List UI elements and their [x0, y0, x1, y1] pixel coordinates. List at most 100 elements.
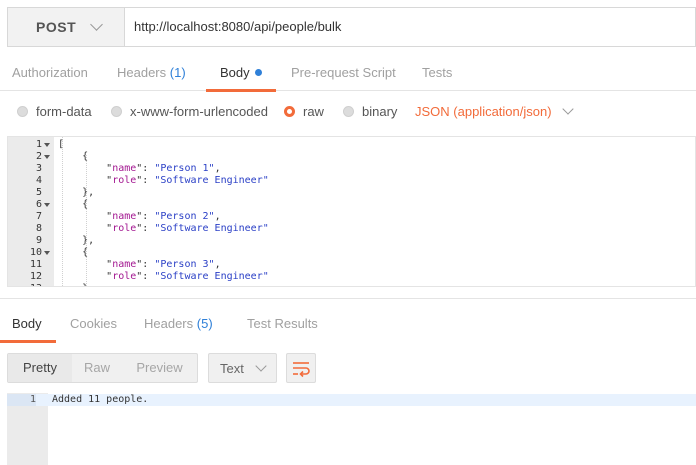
code-line: 1[	[8, 139, 695, 151]
code-text: "role": "Software Engineer"	[58, 223, 269, 234]
json-string: Software Engineer	[160, 223, 263, 234]
code-text: "name": "Person 3",	[58, 259, 221, 270]
json-string: Person 2	[160, 211, 209, 222]
line-number: 1	[35, 139, 42, 150]
json-string: Person 1	[160, 163, 209, 174]
tab-label: Test Results	[247, 316, 318, 331]
line-number: 2	[35, 151, 42, 162]
tab-label: Cookies	[70, 316, 117, 331]
method-label: POST	[36, 19, 77, 35]
code-text: "role": "Software Engineer"	[58, 175, 269, 186]
line-number: 13	[8, 283, 42, 286]
content-type-label: JSON (application/json)	[415, 103, 552, 119]
code-line: 3 "name": "Person 1",	[8, 163, 695, 175]
radio-icon	[343, 105, 354, 117]
code-line: 7 "name": "Person 2",	[8, 211, 695, 223]
tab-test-results[interactable]: Test Results	[247, 306, 318, 342]
tab-cookies[interactable]: Cookies	[70, 306, 117, 342]
view-pretty-button[interactable]: Pretty	[8, 354, 72, 382]
wrap-lines-icon	[293, 362, 310, 378]
wrap-lines-button[interactable]	[286, 353, 316, 383]
radio-form-data[interactable]: form-data	[17, 97, 92, 125]
tab-label: Headers	[144, 316, 194, 331]
code-text: }	[58, 283, 88, 286]
code-line: 9 },	[8, 235, 695, 247]
json-string: Software Engineer	[160, 175, 263, 186]
json-string: Person 3	[160, 259, 209, 270]
option-label: binary	[362, 103, 398, 119]
line-number: 11	[29, 259, 42, 270]
code-line: 13 }	[8, 283, 695, 286]
headers-count: (5)	[196, 316, 213, 331]
fold-arrow-icon[interactable]	[44, 143, 50, 147]
tab-headers[interactable]: Headers (1)	[117, 55, 186, 91]
tab-authorization[interactable]: Authorization	[12, 55, 88, 91]
option-label: raw	[303, 103, 324, 119]
headers-count: (1)	[169, 65, 186, 80]
response-tabs: Body Cookies Headers (5) Test Results	[0, 306, 696, 343]
tab-response-body[interactable]: Body	[0, 306, 56, 343]
radio-raw[interactable]: raw	[284, 97, 324, 125]
json-key: name	[112, 211, 137, 222]
code-line: 8 "role": "Software Engineer"	[8, 223, 695, 235]
code-line: 6 {	[8, 199, 695, 211]
radio-binary[interactable]: binary	[343, 97, 397, 125]
line-number: 6	[35, 199, 42, 210]
line-number: 8	[35, 223, 42, 234]
json-key: name	[112, 259, 137, 270]
response-format-dropdown[interactable]: Text	[208, 353, 277, 383]
json-string: Software Engineer	[160, 271, 263, 282]
fold-arrow-icon[interactable]	[44, 203, 50, 207]
json-key: role	[112, 271, 137, 282]
line-number: 1	[7, 394, 36, 406]
view-preview-button[interactable]: Preview	[122, 354, 197, 382]
tab-body[interactable]: Body	[206, 55, 276, 92]
response-line: 1 Added 11 people.	[7, 394, 696, 406]
code-text: {	[58, 151, 89, 162]
url-input[interactable]: http://localhost:8080/api/people/bulk	[125, 8, 695, 46]
code-text: {	[58, 247, 89, 258]
line-number: 4	[35, 175, 42, 186]
format-label: Text	[220, 360, 244, 376]
tab-tests[interactable]: Tests	[422, 55, 452, 91]
code-text: "name": "Person 1",	[58, 163, 221, 174]
modified-dot-icon	[254, 69, 262, 76]
content-type-dropdown[interactable]: JSON (application/json)	[415, 97, 574, 125]
chevron-down-icon	[255, 359, 267, 372]
code-text: },	[58, 187, 95, 198]
fold-arrow-icon[interactable]	[44, 251, 50, 255]
radio-x-www-form-urlencoded[interactable]: x-www-form-urlencoded	[111, 97, 268, 125]
code-line: 2 {	[8, 151, 695, 163]
tab-label: Pre-request Script	[291, 65, 396, 80]
code-text: "name": "Person 2",	[58, 211, 221, 222]
code-line: 11 "name": "Person 3",	[8, 259, 695, 271]
method-dropdown[interactable]: POST	[8, 8, 125, 46]
fold-arrow-icon[interactable]	[44, 155, 50, 159]
request-tabs: Authorization Headers (1) Body Pre-reque…	[0, 55, 696, 92]
tab-label: Body	[220, 65, 250, 80]
json-key: name	[112, 163, 137, 174]
tab-response-headers[interactable]: Headers (5)	[144, 306, 213, 342]
line-number: 12	[29, 271, 42, 282]
line-number: 3	[35, 163, 42, 174]
chevron-down-icon	[90, 18, 103, 31]
tab-label: Authorization	[12, 65, 88, 80]
radio-selected-icon	[284, 105, 295, 117]
line-number: 9	[35, 235, 42, 246]
json-key: role	[112, 223, 137, 234]
code-text: [	[58, 139, 65, 150]
json-key: role	[112, 175, 137, 186]
code-line: 4 "role": "Software Engineer"	[8, 175, 695, 187]
request-body-editor[interactable]: 1[2 {3 "name": "Person 1", 4 "role": "Sof…	[7, 136, 696, 287]
chevron-down-icon	[561, 102, 574, 115]
response-body-viewer[interactable]: 1 Added 11 people.	[7, 393, 696, 465]
line-number: 5	[35, 187, 42, 198]
tab-pre-request-script[interactable]: Pre-request Script	[291, 55, 396, 91]
radio-icon	[17, 105, 28, 117]
view-raw-button[interactable]: Raw	[72, 354, 122, 382]
code-line: 12 "role": "Software Engineer"	[8, 271, 695, 283]
code-line: 10 {	[8, 247, 695, 259]
line-number: 10	[29, 247, 42, 258]
body-type-options: form-data x-www-form-urlencoded raw bina…	[0, 97, 696, 125]
request-url-bar: POST http://localhost:8080/api/people/bu…	[7, 7, 696, 47]
